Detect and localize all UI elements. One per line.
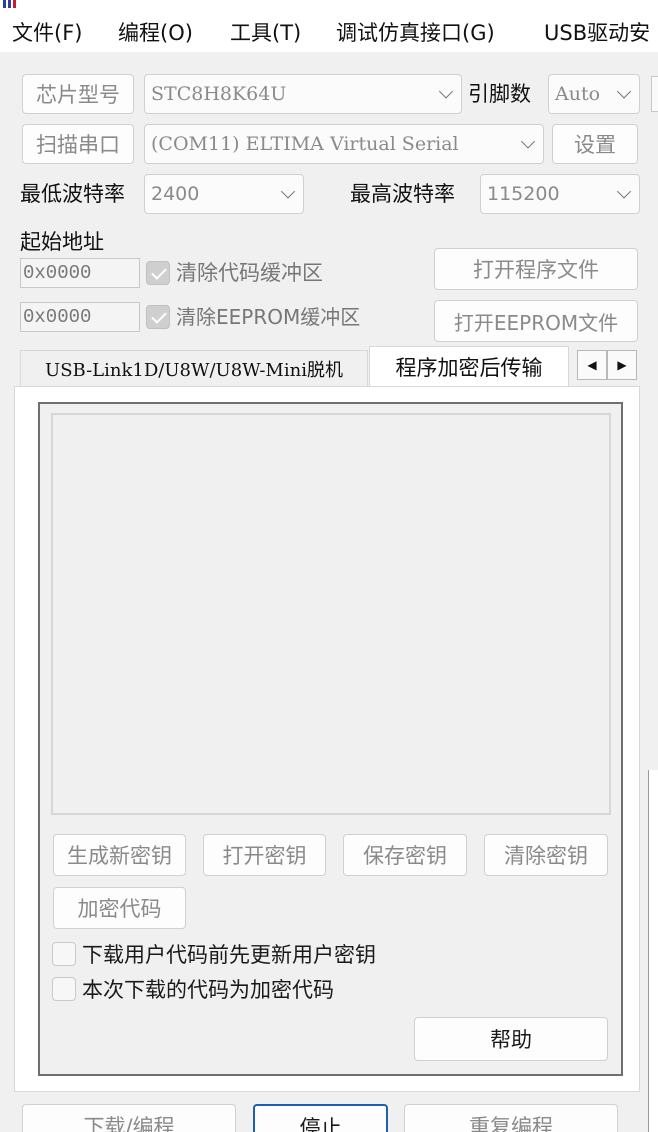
port-settings-button[interactable]: 设置 xyxy=(552,124,638,164)
pins-value: Auto xyxy=(555,83,601,105)
clear-code-buffer-label: 清除代码缓冲区 xyxy=(176,261,323,285)
clear-eeprom-buffer-checkbox[interactable] xyxy=(146,305,170,329)
code-address-input[interactable]: 0x0000 xyxy=(20,258,140,288)
pins-select[interactable]: Auto xyxy=(548,74,640,114)
chevron-down-icon xyxy=(280,184,296,199)
eeprom-address-input[interactable]: 0x0000 xyxy=(20,302,140,332)
key-display-area xyxy=(51,413,611,815)
open-program-file-button[interactable]: 打开程序文件 xyxy=(434,248,638,290)
tab-scroll-left-icon[interactable]: ◀ xyxy=(577,350,607,380)
menu-program[interactable]: 编程(O) xyxy=(118,20,193,46)
max-baud-value: 115200 xyxy=(487,183,560,205)
menu-bar: 文件(F) 编程(O) 工具(T) 调试仿真接口(G) USB驱动安 xyxy=(0,12,658,52)
update-key-before-download-checkbox[interactable] xyxy=(52,942,76,966)
chip-model-value: STC8H8K64U xyxy=(151,83,287,105)
clear-eeprom-buffer-label: 清除EEPROM缓冲区 xyxy=(176,305,361,329)
tab-usb-link-offline[interactable]: USB-Link1D/U8W/U8W-Mini脱机 xyxy=(20,350,368,386)
max-baud-label: 最高波特率 xyxy=(350,182,455,206)
pins-label: 引脚数 xyxy=(468,82,531,106)
encrypt-code-button[interactable]: 加密代码 xyxy=(53,887,186,929)
max-baud-select[interactable]: 115200 xyxy=(480,174,640,214)
chevron-down-icon xyxy=(616,84,632,99)
clear-code-buffer-checkbox[interactable] xyxy=(146,261,170,285)
tab-scroll-right-icon[interactable]: ▶ xyxy=(607,350,637,380)
save-key-button[interactable]: 保存密钥 xyxy=(343,834,467,876)
min-baud-label: 最低波特率 xyxy=(20,182,125,206)
download-program-button[interactable]: 下载/编程 xyxy=(22,1104,236,1132)
help-button[interactable]: 帮助 xyxy=(414,1017,608,1061)
chip-model-button[interactable]: 芯片型号 xyxy=(22,74,134,114)
update-key-before-download-label: 下载用户代码前先更新用户密钥 xyxy=(82,943,376,967)
start-address-label: 起始地址 xyxy=(20,230,104,254)
open-key-button[interactable]: 打开密钥 xyxy=(203,834,326,876)
repeat-program-button[interactable]: 重复编程 xyxy=(404,1104,618,1132)
chip-model-select[interactable]: STC8H8K64U xyxy=(144,74,462,114)
port-select[interactable]: (COM11) ELTIMA Virtual Serial xyxy=(144,124,544,164)
open-eeprom-file-button[interactable]: 打开EEPROM文件 xyxy=(434,300,638,342)
menu-usb-driver[interactable]: USB驱动安 xyxy=(544,20,650,46)
min-baud-select[interactable]: 2400 xyxy=(144,174,304,214)
chevron-down-icon xyxy=(616,184,632,199)
encrypted-download-checkbox[interactable] xyxy=(52,977,76,1001)
menu-debug[interactable]: 调试仿真接口(G) xyxy=(336,20,495,46)
adjacent-pane-edge xyxy=(648,770,658,1132)
chevron-down-icon xyxy=(438,84,454,99)
stop-button[interactable]: 停止 xyxy=(253,1104,388,1132)
chevron-down-icon xyxy=(520,134,536,149)
port-value: (COM11) ELTIMA Virtual Serial xyxy=(151,133,459,155)
min-baud-value: 2400 xyxy=(151,183,200,205)
overflow-button-edge xyxy=(651,76,658,112)
encrypted-download-label: 本次下载的代码为加密代码 xyxy=(82,978,334,1002)
app-icon xyxy=(3,0,16,8)
menu-tools[interactable]: 工具(T) xyxy=(230,20,301,46)
scan-port-button[interactable]: 扫描串口 xyxy=(22,124,134,164)
menu-file[interactable]: 文件(F) xyxy=(12,20,82,46)
title-bar xyxy=(0,0,658,12)
clear-key-button[interactable]: 清除密钥 xyxy=(484,834,608,876)
tab-encrypted-transfer[interactable]: 程序加密后传输 xyxy=(369,346,569,387)
generate-key-button[interactable]: 生成新密钥 xyxy=(53,834,186,876)
